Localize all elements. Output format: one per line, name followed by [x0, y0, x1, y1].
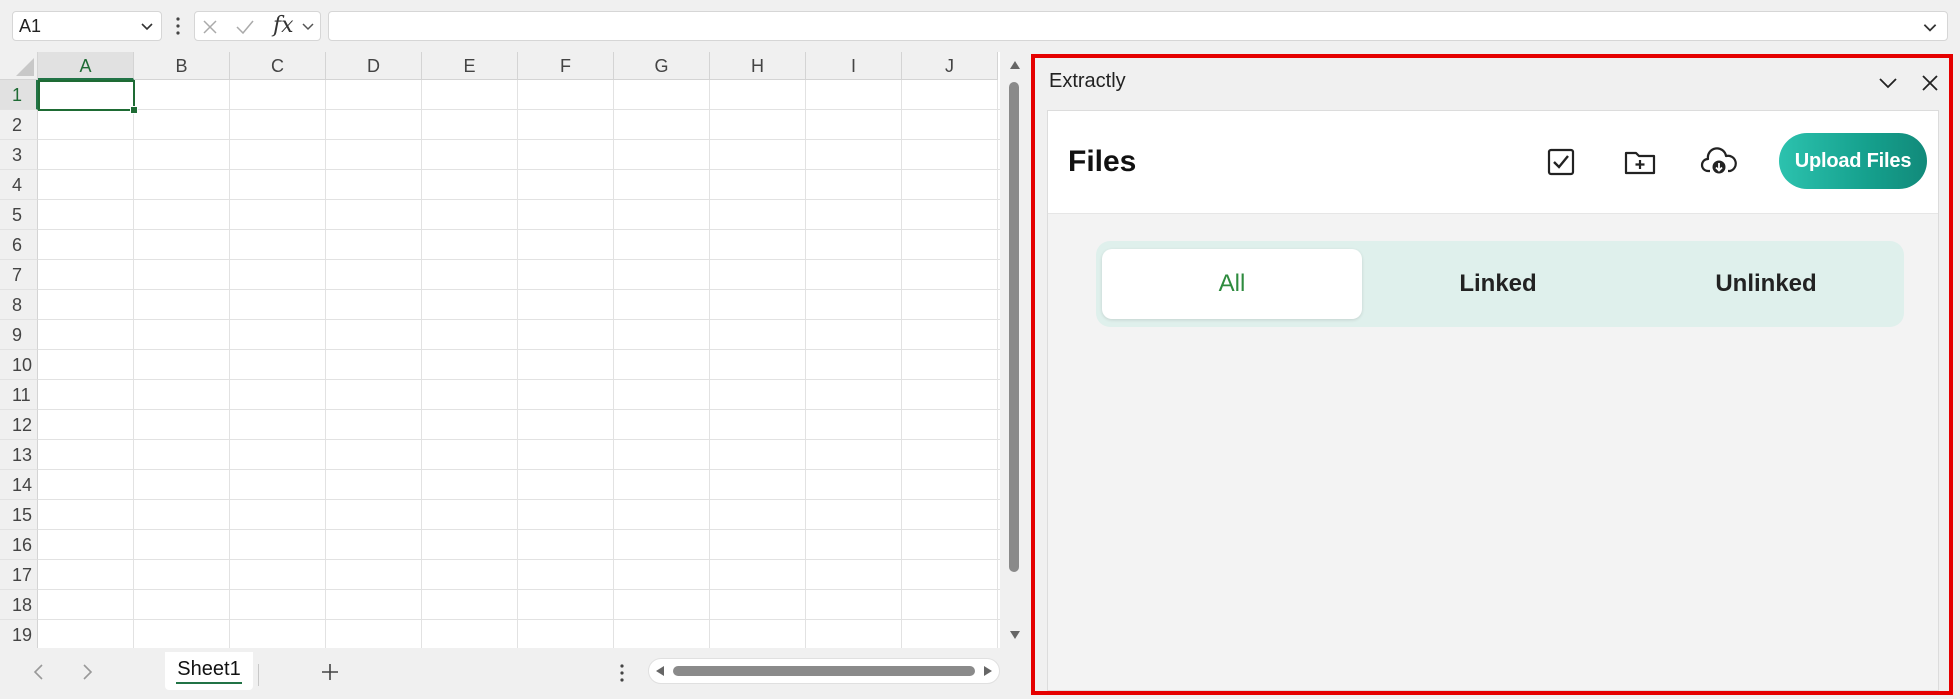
- sheet-tabs-bar: Sheet1: [0, 648, 1027, 699]
- vertical-scrollbar[interactable]: [1003, 52, 1027, 648]
- filter-all[interactable]: All: [1102, 249, 1362, 319]
- cloud-download-icon: [1700, 147, 1737, 174]
- formula-bar: A1 fx: [0, 0, 1960, 52]
- row-header[interactable]: 13: [0, 440, 38, 470]
- expand-formula-icon[interactable]: [1921, 18, 1939, 36]
- upload-files-button[interactable]: Upload Files: [1779, 133, 1927, 189]
- insert-function-button[interactable]: fx: [273, 13, 294, 38]
- cells-area[interactable]: [38, 80, 1000, 648]
- select-all-corner[interactable]: [0, 52, 38, 80]
- active-cell[interactable]: [38, 80, 138, 114]
- chevron-right-icon[interactable]: [80, 662, 94, 682]
- tab-divider: [258, 664, 259, 686]
- spreadsheet-grid: ABCDEFGHIJ 1 2 3 4 5 6 7 8 9 10 11 12 13 14 15 16 17 18 19: [0, 52, 1000, 650]
- scroll-down-icon[interactable]: [1009, 630, 1021, 640]
- new-folder-button[interactable]: [1621, 143, 1659, 181]
- more-options-icon[interactable]: [618, 662, 626, 684]
- formula-input[interactable]: [328, 11, 1948, 41]
- sheet-tab-sheet1[interactable]: Sheet1: [165, 652, 253, 690]
- filter-segmented-control: All Linked Unlinked: [1096, 241, 1904, 327]
- close-icon[interactable]: [1919, 72, 1941, 94]
- row-header[interactable]: 10: [0, 350, 38, 380]
- column-header[interactable]: D: [326, 52, 422, 80]
- row-header[interactable]: 17: [0, 560, 38, 590]
- column-header[interactable]: G: [614, 52, 710, 80]
- chevron-down-icon[interactable]: [1877, 72, 1899, 94]
- scroll-up-icon[interactable]: [1009, 60, 1021, 70]
- row-header[interactable]: 15: [0, 500, 38, 530]
- extractly-task-pane: Extractly Files Upload Files All Linked …: [1031, 54, 1953, 695]
- column-header[interactable]: H: [710, 52, 806, 80]
- files-header: Files Upload Files: [1048, 111, 1938, 214]
- scroll-left-icon[interactable]: [655, 665, 665, 677]
- chevron-down-icon[interactable]: [139, 18, 155, 34]
- select-files-button[interactable]: [1542, 143, 1580, 181]
- column-header[interactable]: J: [902, 52, 998, 80]
- cancel-icon[interactable]: [201, 18, 219, 36]
- chevron-left-icon[interactable]: [32, 662, 46, 682]
- files-title: Files: [1068, 145, 1137, 178]
- column-header[interactable]: A: [38, 52, 134, 80]
- more-options-icon[interactable]: [174, 14, 182, 38]
- horizontal-scrollbar[interactable]: [648, 658, 1000, 684]
- pane-title: Extractly: [1049, 70, 1126, 92]
- column-header[interactable]: I: [806, 52, 902, 80]
- scroll-right-icon[interactable]: [983, 665, 993, 677]
- row-header[interactable]: 4: [0, 170, 38, 200]
- row-header[interactable]: 14: [0, 470, 38, 500]
- row-headers: 1 2 3 4 5 6 7 8 9 10 11 12 13 14 15 16 17 18 19: [0, 80, 38, 650]
- row-header[interactable]: 3: [0, 140, 38, 170]
- column-header[interactable]: C: [230, 52, 326, 80]
- pane-header: Extractly: [1035, 58, 1949, 110]
- pane-body: Files Upload Files All Linked Unlinked: [1047, 110, 1939, 691]
- name-box[interactable]: A1: [12, 11, 162, 41]
- row-header[interactable]: 12: [0, 410, 38, 440]
- row-header[interactable]: 18: [0, 590, 38, 620]
- folder-plus-icon: [1624, 151, 1656, 175]
- row-header[interactable]: 9: [0, 320, 38, 350]
- formula-controls: fx: [194, 11, 321, 41]
- cloud-download-button[interactable]: [1700, 143, 1738, 181]
- row-header[interactable]: 19: [0, 620, 38, 650]
- row-header[interactable]: 7: [0, 260, 38, 290]
- checkbox-icon: [1547, 148, 1575, 176]
- horizontal-scroll-thumb[interactable]: [673, 666, 975, 676]
- name-box-value: A1: [19, 16, 42, 36]
- row-header[interactable]: 2: [0, 110, 38, 140]
- row-header[interactable]: 1: [0, 80, 38, 110]
- row-header[interactable]: 11: [0, 380, 38, 410]
- check-icon[interactable]: [235, 18, 255, 36]
- filter-unlinked[interactable]: Unlinked: [1634, 249, 1898, 319]
- chevron-down-icon[interactable]: [300, 18, 316, 34]
- column-headers: ABCDEFGHIJ: [38, 52, 998, 80]
- sheet-tab-label: Sheet1: [176, 658, 242, 684]
- column-header[interactable]: E: [422, 52, 518, 80]
- vertical-scroll-thumb[interactable]: [1009, 82, 1019, 572]
- filter-linked[interactable]: Linked: [1368, 249, 1628, 319]
- plus-icon[interactable]: [318, 660, 342, 684]
- row-header[interactable]: 6: [0, 230, 38, 260]
- row-header[interactable]: 16: [0, 530, 38, 560]
- row-header[interactable]: 8: [0, 290, 38, 320]
- column-header[interactable]: B: [134, 52, 230, 80]
- row-header[interactable]: 5: [0, 200, 38, 230]
- column-header[interactable]: F: [518, 52, 614, 80]
